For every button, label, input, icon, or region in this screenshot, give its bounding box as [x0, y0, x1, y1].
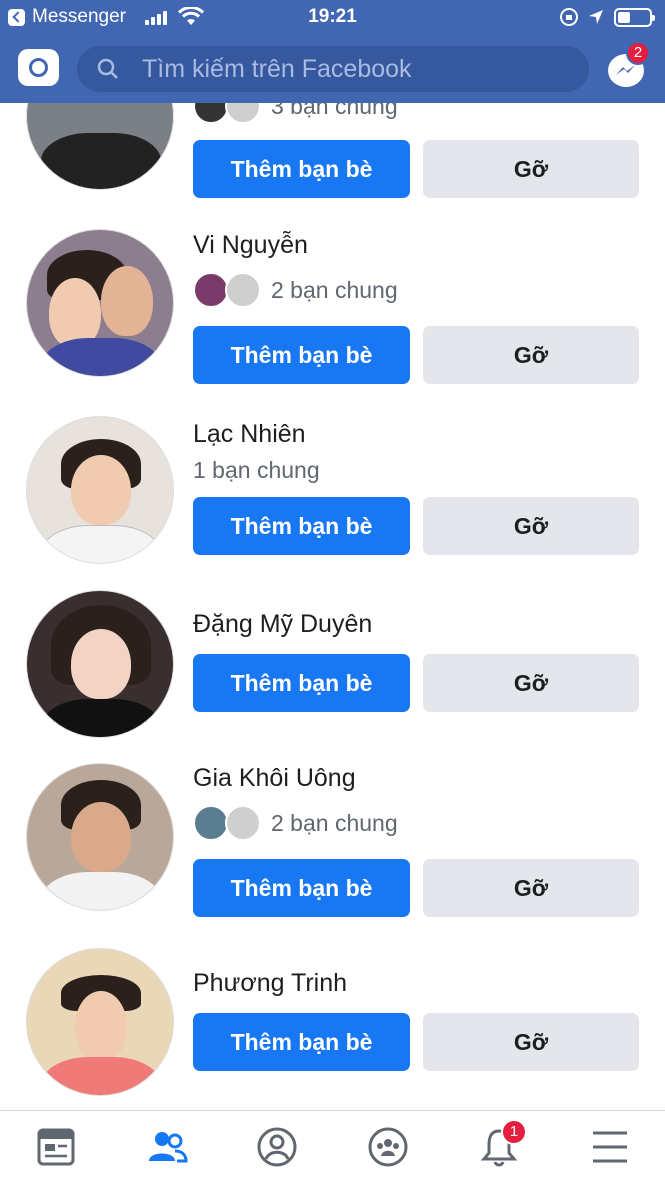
remove-button[interactable]: Gỡ: [423, 859, 639, 917]
search-placeholder: Tìm kiếm trên Facebook: [142, 55, 412, 83]
remove-button[interactable]: Gỡ: [423, 326, 639, 384]
location-icon: [589, 10, 603, 24]
add-friend-button[interactable]: Thêm bạn bè: [193, 1013, 410, 1071]
friend-suggestions-list: 3 bạn chung Thêm bạn bè Gỡ Vi Nguyễn 2 b…: [0, 0, 665, 1182]
nav-row: Tìm kiếm trên Facebook 2: [0, 40, 665, 98]
profile-picture[interactable]: [26, 229, 174, 377]
notifications-badge: 1: [501, 1119, 527, 1145]
person-name[interactable]: Lạc Nhiên: [193, 420, 306, 449]
remove-button[interactable]: Gỡ: [423, 497, 639, 555]
tab-profile[interactable]: [255, 1125, 299, 1169]
add-friend-button[interactable]: Thêm bạn bè: [193, 326, 410, 384]
mutual-friend-avatar: [225, 272, 261, 308]
profile-icon: [257, 1127, 297, 1167]
profile-picture[interactable]: [26, 763, 174, 911]
rotation-lock-icon: [560, 8, 578, 26]
tab-news-feed[interactable]: [34, 1125, 78, 1169]
messenger-badge: 2: [626, 41, 650, 65]
profile-picture[interactable]: [26, 416, 174, 564]
friends-icon: [149, 1132, 188, 1163]
groups-icon: [368, 1127, 408, 1167]
mutual-friends-count: 1 bạn chung: [193, 457, 320, 483]
add-friend-button[interactable]: Thêm bạn bè: [193, 859, 410, 917]
remove-button[interactable]: Gỡ: [423, 1013, 639, 1071]
profile-picture[interactable]: [26, 948, 174, 1096]
news-feed-icon: [37, 1128, 75, 1166]
mutual-friends-count: 2 bạn chung: [271, 810, 398, 836]
profile-picture[interactable]: [26, 590, 174, 738]
tab-friends[interactable]: [145, 1125, 189, 1169]
mutual-friend-avatar: [193, 272, 229, 308]
person-name[interactable]: Phương Trinh: [193, 969, 347, 998]
menu-icon: [593, 1131, 627, 1163]
person-name[interactable]: Vi Nguyễn: [193, 231, 308, 260]
status-bar: Messenger 19:21: [0, 0, 665, 34]
camera-icon[interactable]: [18, 49, 59, 86]
mutual-friends-count: 2 bạn chung: [271, 277, 398, 303]
messenger-button[interactable]: 2: [606, 41, 650, 88]
add-friend-button[interactable]: Thêm bạn bè: [193, 140, 410, 198]
person-name[interactable]: Gia Khôi Uông: [193, 764, 356, 793]
mutual-friend-avatar: [193, 805, 229, 841]
mutual-friend-avatar: [225, 805, 261, 841]
tab-notifications[interactable]: 1: [477, 1119, 527, 1169]
remove-button[interactable]: Gỡ: [423, 140, 639, 198]
tab-bar: 1: [0, 1110, 665, 1182]
search-input[interactable]: Tìm kiếm trên Facebook: [77, 46, 589, 92]
header: Messenger 19:21 Tìm kiếm trên Facebook 2: [0, 0, 665, 103]
remove-button[interactable]: Gỡ: [423, 654, 639, 712]
tab-menu[interactable]: [588, 1125, 632, 1169]
person-name[interactable]: Đặng Mỹ Duyên: [193, 610, 372, 639]
battery-icon: [614, 8, 655, 27]
add-friend-button[interactable]: Thêm bạn bè: [193, 497, 410, 555]
tab-groups[interactable]: [366, 1125, 410, 1169]
add-friend-button[interactable]: Thêm bạn bè: [193, 654, 410, 712]
search-icon: [97, 58, 118, 79]
